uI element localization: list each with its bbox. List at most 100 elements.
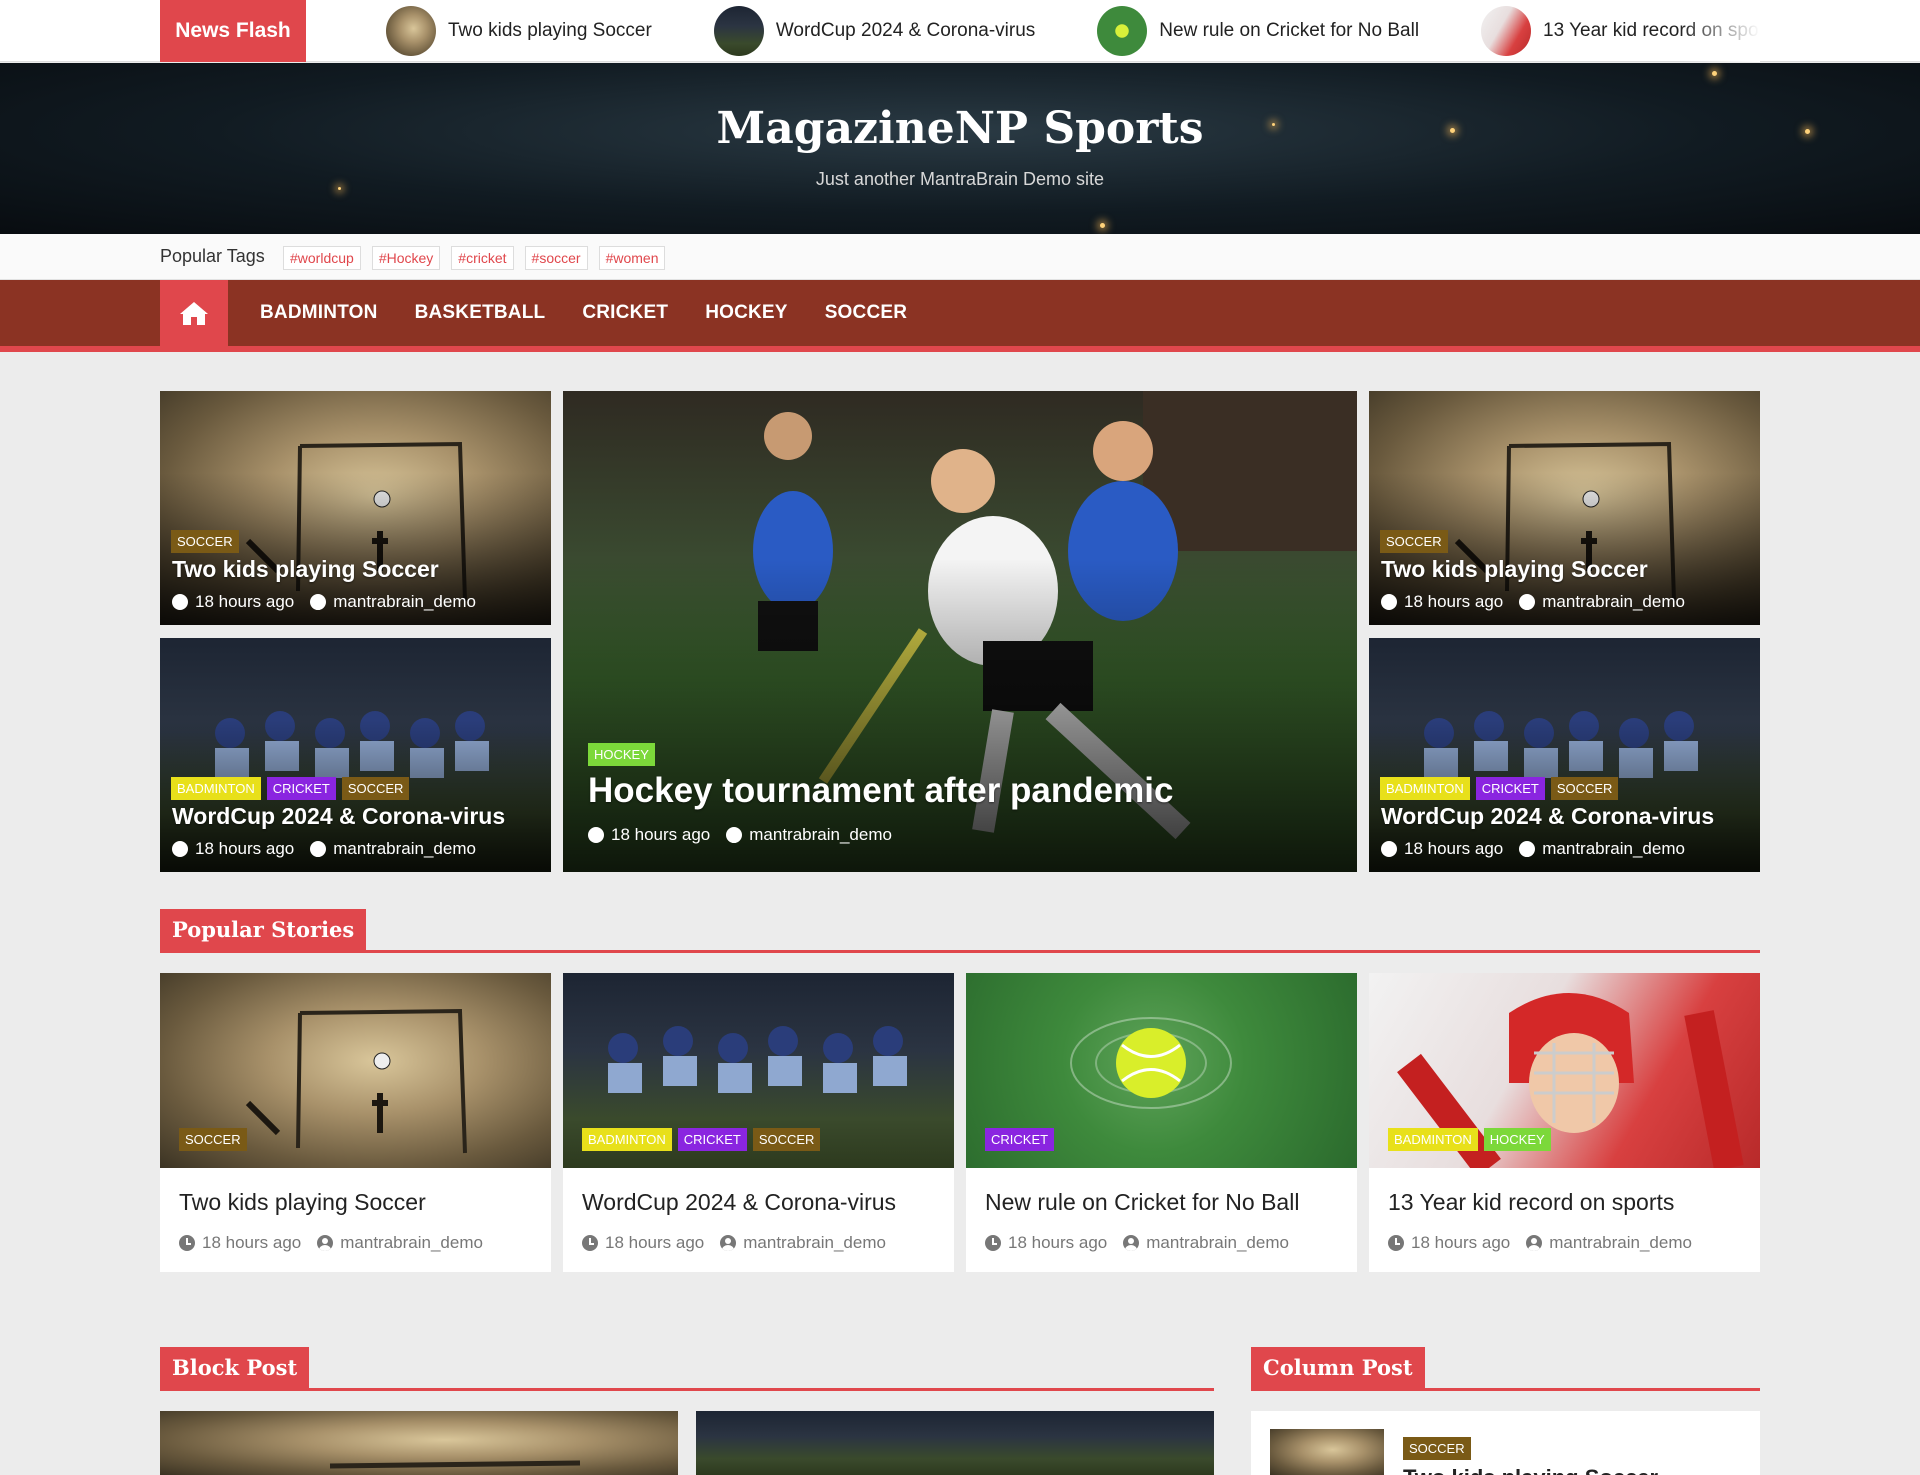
block-post-image[interactable] [160,1411,678,1475]
column-post-list: SOCCER Two kids playing Soccer [1251,1411,1760,1475]
featured-post-card[interactable]: SOCCER Two kids playing Soccer 18 hours … [160,391,551,625]
post-title[interactable]: Two kids playing Soccer [1381,556,1648,583]
story-image[interactable]: BADMINTON CRICKET SOCCER [563,973,954,1168]
category-badge-badminton[interactable]: BADMINTON [1380,777,1470,800]
category-badge-cricket[interactable]: CRICKET [985,1128,1055,1151]
header-banner: MagazineNP Sports Just another MantraBra… [0,63,1920,234]
post-title[interactable]: Two kids playing Soccer [172,556,439,583]
story-title[interactable]: New rule on Cricket for No Ball [985,1189,1299,1216]
category-badge-badminton[interactable]: BADMINTON [171,777,261,800]
news-flash-item-title: 13 Year kid record on sports [1543,20,1760,41]
featured-post-card[interactable]: BADMINTON CRICKET SOCCER WordCup 2024 & … [160,638,551,872]
nav-home-button[interactable] [160,280,228,346]
tag-link[interactable]: #cricket [451,246,514,270]
nav-item-badminton[interactable]: BADMINTON [260,302,378,324]
category-badge-soccer[interactable]: SOCCER [179,1128,247,1151]
clock-icon [588,827,604,843]
post-author[interactable]: mantrabrain_demo [1549,1233,1692,1253]
news-flash-item[interactable]: Two kids playing Soccer [386,6,652,56]
news-flash-item[interactable]: 13 Year kid record on sports [1481,6,1760,56]
popular-story-card[interactable]: BADMINTON CRICKET SOCCER WordCup 2024 & … [563,973,954,1272]
post-time: 18 hours ago [1404,839,1504,858]
popular-story-card[interactable]: SOCCER Two kids playing Soccer 18 hours … [160,973,551,1272]
clock-icon [1381,594,1397,610]
tag-link[interactable]: #Hockey [371,246,441,270]
popular-stories-header: Popular Stories [160,909,1760,953]
post-title[interactable]: WordCup 2024 & Corona-virus [172,803,505,830]
category-badge-soccer[interactable]: SOCCER [1403,1437,1471,1460]
column-post-title[interactable]: Two kids playing Soccer [1403,1465,1658,1475]
category-badge-badminton[interactable]: BADMINTON [1388,1128,1478,1151]
nav-item-soccer[interactable]: SOCCER [825,302,908,324]
news-flash-item-title: Two kids playing Soccer [448,20,652,41]
post-time: 18 hours ago [195,592,295,611]
post-time: 18 hours ago [1404,592,1504,611]
post-author[interactable]: mantrabrain_demo [1146,1233,1289,1253]
post-author[interactable]: mantrabrain_demo [743,1233,886,1253]
user-icon [720,1235,737,1251]
clock-icon [179,1235,195,1251]
popular-story-card[interactable]: BADMINTON HOCKEY 13 Year kid record on s… [1369,973,1760,1272]
post-author[interactable]: mantrabrain_demo [340,1233,483,1253]
nav-item-hockey[interactable]: HOCKEY [705,302,788,324]
category-badge-soccer[interactable]: SOCCER [1380,530,1448,553]
nav-item-basketball[interactable]: BASKETBALL [415,302,546,324]
popular-tags-title: Popular Tags [160,246,265,266]
tag-link[interactable]: #soccer [524,246,588,270]
post-author[interactable]: mantrabrain_demo [1542,592,1685,612]
story-image[interactable]: SOCCER [160,973,551,1168]
home-icon [180,302,208,325]
news-flash-label: News Flash [160,0,306,62]
column-post-thumbnail[interactable] [1270,1429,1384,1475]
category-badge-soccer[interactable]: SOCCER [171,530,239,553]
main-navigation: BADMINTON BASKETBALL CRICKET HOCKEY SOCC… [0,280,1920,352]
post-author[interactable]: mantrabrain_demo [333,839,476,859]
post-author[interactable]: mantrabrain_demo [333,592,476,612]
site-tagline: Just another MantraBrain Demo site [815,169,1105,189]
site-title[interactable]: MagazineNP Sports [0,103,1920,154]
banner-light-decoration [1100,223,1105,228]
category-badge-hockey[interactable]: HOCKEY [1483,1128,1551,1151]
news-flash-item[interactable]: New rule on Cricket for No Ball [1097,6,1419,56]
user-icon [1526,1235,1543,1251]
category-badge-soccer[interactable]: SOCCER [341,777,410,800]
post-time: 18 hours ago [605,1233,705,1252]
post-author[interactable]: mantrabrain_demo [749,825,892,845]
clock-icon [582,1235,598,1251]
post-title[interactable]: WordCup 2024 & Corona-virus [1381,803,1714,830]
tag-list: #worldcup #Hockey #cricket #soccer #wome… [283,246,676,270]
category-badge-cricket[interactable]: CRICKET [266,777,336,800]
story-title[interactable]: Two kids playing Soccer [179,1189,426,1216]
popular-tags-bar: Popular Tags #worldcup #Hockey #cricket … [0,234,1920,280]
block-post-header: Block Post [160,1347,1214,1391]
popular-story-card[interactable]: CRICKET New rule on Cricket for No Ball … [966,973,1357,1272]
nav-item-cricket[interactable]: CRICKET [582,302,668,324]
category-badge-cricket[interactable]: CRICKET [677,1128,747,1151]
story-title[interactable]: WordCup 2024 & Corona-virus [582,1189,896,1216]
category-badge-hockey[interactable]: HOCKEY [588,743,655,766]
category-badge-soccer[interactable]: SOCCER [1550,777,1619,800]
story-title[interactable]: 13 Year kid record on sports [1388,1189,1674,1216]
story-image[interactable]: BADMINTON HOCKEY [1369,973,1760,1168]
category-badge-soccer[interactable]: SOCCER [752,1128,821,1151]
featured-main-post-card[interactable]: HOCKEY Hockey tournament after pandemic … [563,391,1357,872]
clock-icon [172,841,188,857]
news-flash-item[interactable]: WordCup 2024 & Corona-virus [713,6,1035,56]
category-badge-cricket[interactable]: CRICKET [1475,777,1545,800]
featured-post-card[interactable]: SOCCER Two kids playing Soccer 18 hours … [1369,391,1760,625]
tag-link[interactable]: #worldcup [283,246,361,270]
category-badge-badminton[interactable]: BADMINTON [582,1128,672,1151]
featured-post-card[interactable]: BADMINTON CRICKET SOCCER WordCup 2024 & … [1369,638,1760,872]
user-icon [310,594,327,610]
user-icon [726,827,743,843]
post-title[interactable]: Hockey tournament after pandemic [588,771,1173,811]
news-flash-item-title: New rule on Cricket for No Ball [1159,20,1420,41]
post-author[interactable]: mantrabrain_demo [1542,839,1685,859]
clock-icon [985,1235,1001,1251]
user-icon [1519,594,1536,610]
story-image[interactable]: CRICKET [966,973,1357,1168]
post-time: 18 hours ago [202,1233,302,1252]
tag-link[interactable]: #women [598,246,666,270]
block-post-image[interactable] [696,1411,1214,1475]
news-flash-thumbnail [1097,6,1148,56]
